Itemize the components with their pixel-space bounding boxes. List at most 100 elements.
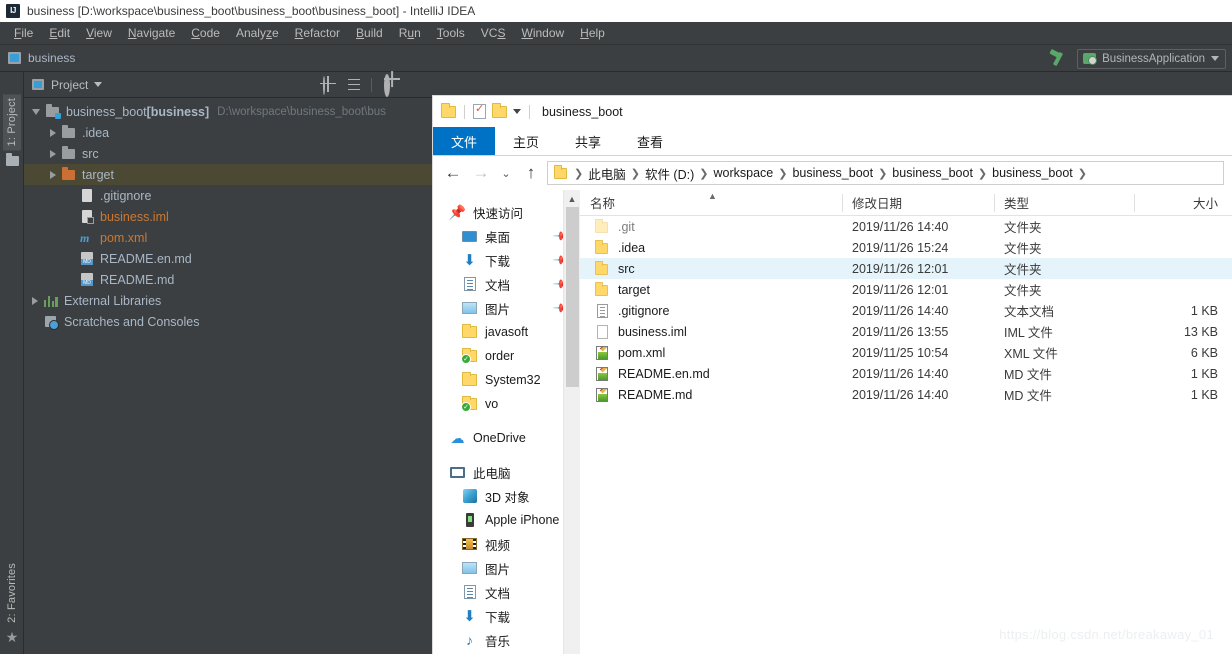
file-row[interactable]: README.md 2019/11/26 14:40 MD 文件 1 KB [580,384,1232,405]
file-row[interactable]: business.iml 2019/11/26 13:55 IML 文件 13 KB [580,321,1232,342]
breadcrumb-separator-icon: ❯ [574,167,584,180]
collapse-all-icon[interactable] [346,77,362,93]
scroll-up-icon[interactable]: ▲ [564,190,580,207]
nav-item-vo[interactable]: ✓ vo [433,392,580,416]
tree-node-readme-md[interactable]: README.md [24,269,432,290]
tree-node-readme-en-md[interactable]: README.en.md [24,248,432,269]
ribbon-tab-主页[interactable]: 主页 [495,127,557,155]
expand-arrow-closed-icon[interactable] [50,170,56,179]
music-icon: ♪ [466,632,473,648]
pictures-icon [461,562,478,574]
breadcrumb-item[interactable]: 此电脑 [588,164,626,183]
column-header-date[interactable]: 修改日期 [842,190,994,216]
expand-arrow-open-icon[interactable] [32,108,40,115]
forward-button[interactable]: → [469,161,493,185]
back-button[interactable]: ← [441,161,465,185]
menu-tools[interactable]: Tools [429,24,473,42]
file-row[interactable]: .gitignore 2019/11/26 14:40 文本文档 1 KB [580,300,1232,321]
new-folder-icon[interactable] [492,102,507,118]
nav-pane-scrollbar[interactable]: ▲ [563,190,580,654]
nav-item-javasoft[interactable]: javasoft [433,320,580,344]
chevron-down-icon[interactable] [94,82,103,87]
recent-locations-button[interactable]: ⌄ [497,161,515,185]
minimize-icon[interactable] [406,77,422,93]
column-header-size[interactable]: 大小 [1134,190,1232,216]
nav-item--[interactable]: ⬇ 下载 [433,604,580,628]
tree-node--idea[interactable]: .idea [24,122,432,143]
breadcrumb-item[interactable]: business_boot [992,166,1073,180]
build-hammer-icon[interactable] [1049,50,1067,68]
onedrive-icon: ☁ [450,430,465,446]
run-configuration-selector[interactable]: BusinessApplication [1077,48,1226,69]
menu-analyze[interactable]: Analyze [228,24,287,42]
expand-arrow-closed-icon[interactable] [32,296,38,305]
nav-item--[interactable]: 视频 [433,532,580,556]
tree-node-src[interactable]: src [24,143,432,164]
column-header-name[interactable]: 名称 ▲ [580,190,842,216]
nav-item--[interactable]: 图片 [433,556,580,580]
ribbon-tab-共享[interactable]: 共享 [557,127,619,155]
folder-icon[interactable] [441,102,456,118]
file-row[interactable]: target 2019/11/26 12:01 文件夹 [580,279,1232,300]
file-row[interactable]: README.en.md 2019/11/26 14:40 MD 文件 1 KB [580,363,1232,384]
nav-item--[interactable]: 文档📌 [433,272,580,296]
nav-item--[interactable]: 桌面📌 [433,224,580,248]
nav-item-apple-iphone[interactable]: Apple iPhone [433,508,580,532]
menu-help[interactable]: Help [572,24,613,42]
text-file-icon [79,188,95,203]
nav-item--[interactable]: 此电脑 [433,460,580,484]
menu-edit[interactable]: Edit [41,24,78,42]
menu-file[interactable]: File [6,24,41,42]
tree-node-external-libraries[interactable]: External Libraries [24,290,432,311]
tree-node-scratches-and-consoles[interactable]: Scratches and Consoles [24,311,432,332]
breadcrumb-item[interactable]: 软件 (D:) [645,164,694,183]
menu-navigate[interactable]: Navigate [120,24,183,42]
properties-icon[interactable] [473,102,486,119]
tree-node-business-iml[interactable]: business.iml [24,206,432,227]
address-bar[interactable]: ❯ 此电脑 ❯ 软件 (D:) ❯ workspace ❯ business_boot ❯ bus… [547,161,1224,185]
file-row[interactable]: .idea 2019/11/26 15:24 文件夹 [580,237,1232,258]
nav-item-3d-[interactable]: 3D 对象 [433,484,580,508]
menu-refactor[interactable]: Refactor [287,24,348,42]
menu-code[interactable]: Code [183,24,228,42]
menu-run[interactable]: Run [391,24,429,42]
customize-caret-icon[interactable] [513,109,521,114]
nav-item-system32[interactable]: System32 [433,368,580,392]
nav-item-onedrive[interactable]: ☁ OneDrive [433,426,580,450]
locate-icon[interactable] [321,75,337,95]
menu-build[interactable]: Build [348,24,391,42]
folder-orange-icon [61,167,77,182]
menu-view[interactable]: View [78,24,120,42]
breadcrumb-item[interactable]: business_boot [792,166,873,180]
nav-item--[interactable]: ♪ 音乐 [433,628,580,652]
file-row[interactable]: pom.xml 2019/11/25 10:54 XML 文件 6 KB [580,342,1232,363]
breadcrumb-item[interactable]: workspace [713,166,773,180]
nav-item--[interactable]: 文档 [433,580,580,604]
nav-item--[interactable]: 📌 快速访问 [433,200,580,224]
nav-item-order[interactable]: ✓ order [433,344,580,368]
nav-item--[interactable]: ⬇下载📌 [433,248,580,272]
menu-vcs[interactable]: VCS [473,24,514,42]
tree-node-business-boot[interactable]: business_boot [business] D:\workspace\bus… [24,101,432,122]
ribbon-tab-文件[interactable]: 文件 [433,127,496,155]
expand-arrow-closed-icon[interactable] [50,128,56,137]
tool-button-project[interactable]: 1: Project [0,94,24,167]
ribbon-tab-查看[interactable]: 查看 [619,127,681,155]
expand-arrow-closed-icon[interactable] [50,149,56,158]
breadcrumb-item[interactable]: business_boot [892,166,973,180]
settings-gear-icon[interactable] [381,73,397,97]
column-header-type[interactable]: 类型 [994,190,1134,216]
3d-objects-icon [461,489,478,503]
scrollbar-thumb[interactable] [566,207,579,387]
tree-node-target[interactable]: target [24,164,432,185]
menu-window[interactable]: Window [513,24,572,42]
navbar-module-crumb[interactable]: business [8,51,75,65]
file-row[interactable]: .git 2019/11/26 14:40 文件夹 [580,216,1232,237]
module-icon [8,52,21,64]
tool-button-favorites[interactable]: 2: Favorites ★ [0,563,24,646]
tree-node--gitignore[interactable]: .gitignore [24,185,432,206]
nav-item--[interactable]: 图片📌 [433,296,580,320]
file-row[interactable]: src 2019/11/26 12:01 文件夹 [580,258,1232,279]
tree-node-pom-xml[interactable]: m pom.xml [24,227,432,248]
up-button[interactable]: ↑ [519,161,543,185]
